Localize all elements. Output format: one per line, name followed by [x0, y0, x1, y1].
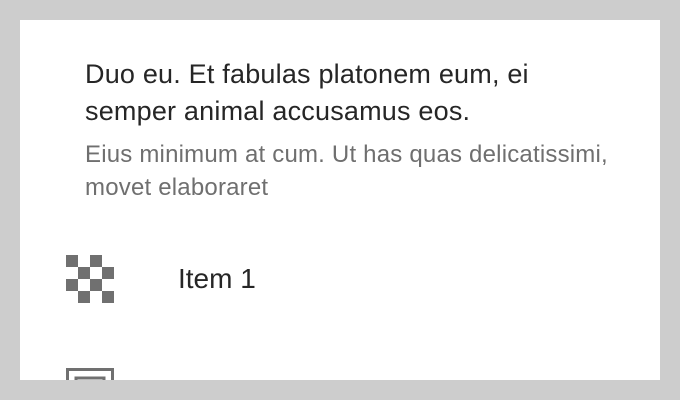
list-item-label: Item 1 — [178, 372, 256, 380]
checkerboard-icon — [66, 255, 114, 303]
list-item-label: Item 1 — [178, 263, 256, 294]
screen-background: Duo eu. Et fabulas platonem eum, ei semp… — [0, 0, 680, 400]
content-sheet: Duo eu. Et fabulas platonem eum, ei semp… — [20, 20, 660, 380]
page-subtitle: Eius minimum at cum. Ut has quas delicat… — [85, 141, 608, 201]
list-item[interactable]: Item 1 — [20, 20, 660, 380]
image-frame-icon — [66, 368, 114, 380]
